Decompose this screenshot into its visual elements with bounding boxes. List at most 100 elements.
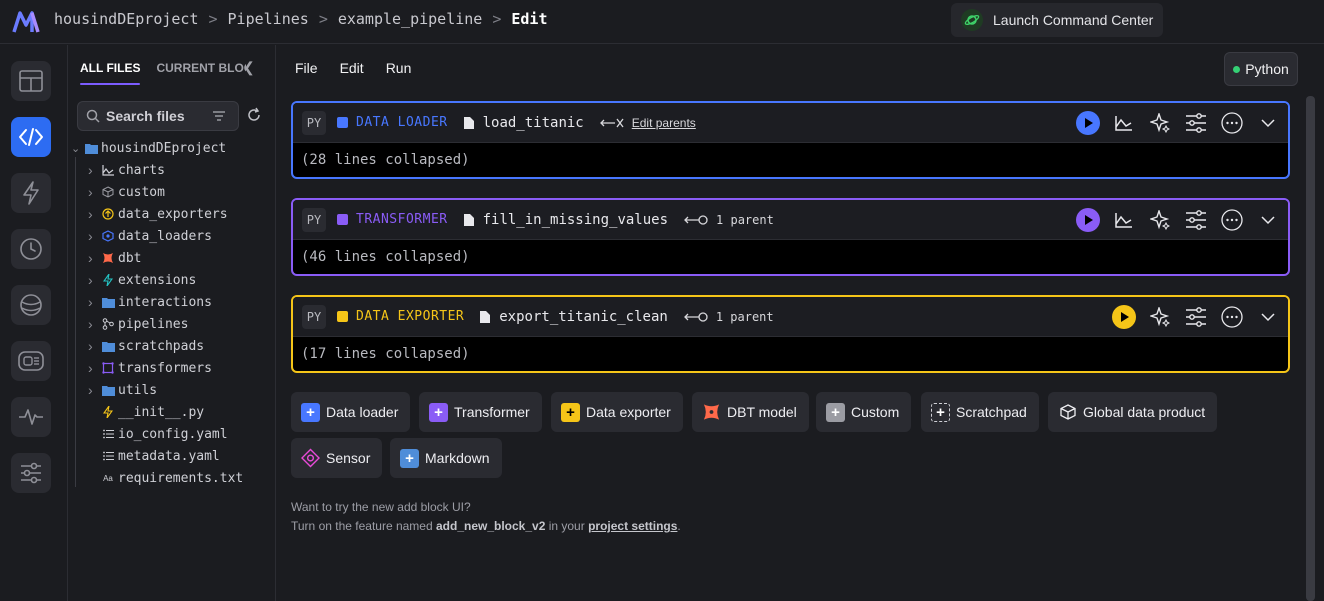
launch-command-center-button[interactable]: Launch Command Center — [951, 3, 1163, 37]
tree-folder[interactable]: › custom — [68, 181, 276, 203]
add-markdown-button[interactable]: + Markdown — [390, 438, 502, 478]
block-settings-button[interactable] — [1184, 208, 1208, 232]
block-name[interactable]: load_titanic — [463, 115, 584, 131]
add-sensor-label: Sensor — [326, 450, 371, 466]
add-scratchpad-button[interactable]: + Scratchpad — [921, 392, 1039, 432]
block-name[interactable]: export_titanic_clean — [480, 309, 668, 325]
tree-item-label: interactions — [118, 294, 212, 310]
tree-root[interactable]: ⌄ housindDEproject — [68, 137, 276, 159]
add-data-exporter-button[interactable]: + Data exporter — [551, 392, 683, 432]
python-icon — [101, 405, 115, 419]
ai-button[interactable] — [1148, 111, 1172, 135]
tree-file[interactable]: __init__.py — [68, 401, 276, 423]
tree-folder[interactable]: › extensions — [68, 269, 276, 291]
project-settings-link[interactable]: project settings — [588, 519, 677, 533]
block-name[interactable]: fill_in_missing_values — [463, 212, 668, 228]
settings-nav-button[interactable] — [11, 453, 51, 493]
tree-folder[interactable]: › transformers — [68, 357, 276, 379]
chart-icon — [1115, 116, 1132, 131]
tree-item-label: custom — [118, 184, 165, 200]
add-sensor-button[interactable]: Sensor — [291, 438, 383, 478]
search-input[interactable] — [106, 108, 206, 124]
block-settings-button[interactable] — [1184, 305, 1208, 329]
tree-folder[interactable]: › scratchpads — [68, 335, 276, 357]
menu-edit[interactable]: Edit — [340, 60, 364, 76]
run-block-button[interactable] — [1076, 208, 1100, 232]
add-dbt-model-button[interactable]: DBT model — [692, 392, 809, 432]
menu-file[interactable]: File — [295, 60, 318, 76]
tree-folder[interactable]: › data_exporters — [68, 203, 276, 225]
menu-run[interactable]: Run — [386, 60, 412, 76]
block-language: PY — [302, 110, 326, 135]
add-transformer-label: Transformer — [454, 404, 530, 420]
tree-folder[interactable]: › charts — [68, 159, 276, 181]
more-button[interactable] — [1220, 208, 1244, 232]
block-parents[interactable]: 1 parent — [684, 213, 774, 227]
block-settings-button[interactable] — [1184, 111, 1208, 135]
block-color-square — [337, 214, 348, 225]
ai-button[interactable] — [1148, 208, 1172, 232]
block-header: PY DATA EXPORTER export_titanic_clean 1 … — [293, 297, 1288, 337]
tab-all-files[interactable]: ALL FILES — [80, 61, 141, 85]
tree-folder[interactable]: › data_loaders — [68, 225, 276, 247]
add-custom-button[interactable]: + Custom — [816, 392, 912, 432]
monitor-nav-button[interactable] — [11, 341, 51, 381]
code-editor-nav-button[interactable] — [11, 117, 51, 157]
block-collapsed-body[interactable]: (17 lines collapsed) — [293, 337, 1288, 371]
add-global-data-product-button[interactable]: Global data product — [1048, 392, 1218, 432]
runs-nav-button[interactable] — [11, 229, 51, 269]
block-color-square — [337, 311, 348, 322]
add-transformer-button[interactable]: + Transformer — [419, 392, 542, 432]
refresh-icon[interactable] — [246, 107, 262, 123]
add-data-loader-button[interactable]: + Data loader — [291, 392, 411, 432]
block-collapsed-body[interactable]: (46 lines collapsed) — [293, 240, 1288, 274]
tree-file[interactable]: metadata.yaml — [68, 445, 276, 467]
kernel-button[interactable]: Python — [1224, 52, 1298, 86]
chart-icon — [1115, 213, 1132, 228]
tree-folder[interactable]: › utils — [68, 379, 276, 401]
breadcrumb-project[interactable]: housindDEproject — [54, 10, 199, 28]
tree-file[interactable]: io_config.yaml — [68, 423, 276, 445]
breadcrumb-pipelines[interactable]: Pipelines — [228, 10, 309, 28]
add-custom-label: Custom — [851, 404, 900, 420]
more-button[interactable] — [1220, 305, 1244, 329]
chart-button[interactable] — [1112, 208, 1136, 232]
tab-current-block[interactable]: CURRENT BLOCK — [156, 61, 246, 85]
bolt-icon — [101, 273, 115, 287]
tree-file[interactable]: Aa requirements.txt — [68, 467, 276, 489]
add-markdown-label: Markdown — [425, 450, 490, 466]
breadcrumb-pipeline[interactable]: example_pipeline — [338, 10, 483, 28]
sparkle-icon — [1150, 307, 1170, 327]
tree-item-label: dbt — [118, 250, 142, 266]
tree-folder[interactable]: › pipelines — [68, 313, 276, 335]
more-icon — [1221, 112, 1243, 134]
filter-icon[interactable] — [212, 110, 226, 122]
tree-folder[interactable]: › dbt — [68, 247, 276, 269]
dashboard-nav-button[interactable] — [11, 61, 51, 101]
chart-button[interactable] — [1112, 111, 1136, 135]
ai-button[interactable] — [1148, 305, 1172, 329]
block-parents[interactable]: 1 parent — [683, 310, 774, 324]
metrics-nav-button[interactable] — [11, 397, 51, 437]
edit-parents-link[interactable]: Edit parents — [632, 116, 696, 130]
hint-mid: in your — [545, 519, 589, 533]
mage-logo-icon[interactable] — [12, 8, 40, 36]
editor-scrollbar[interactable] — [1306, 96, 1315, 601]
backfills-nav-button[interactable] — [11, 285, 51, 325]
file-tabs: ALL FILES CURRENT BLOCK — [80, 61, 262, 85]
run-block-button[interactable] — [1112, 305, 1136, 329]
tree-folder[interactable]: › interactions — [68, 291, 276, 313]
chevron-right-icon: › — [88, 272, 93, 288]
collapse-block-button[interactable] — [1256, 111, 1280, 135]
block-data-exporter[interactable]: PY DATA EXPORTER export_titanic_clean 1 … — [291, 295, 1290, 373]
collapse-block-button[interactable] — [1256, 305, 1280, 329]
collapse-block-button[interactable] — [1256, 208, 1280, 232]
block-data-loader[interactable]: PY DATA LOADER load_titanic Edit parents… — [291, 101, 1290, 179]
collapse-panel-icon[interactable]: ❮ — [243, 59, 255, 76]
block-parents[interactable]: Edit parents — [599, 116, 696, 130]
block-collapsed-body[interactable]: (28 lines collapsed) — [293, 143, 1288, 177]
triggers-nav-button[interactable] — [11, 173, 51, 213]
block-transformer[interactable]: PY TRANSFORMER fill_in_missing_values 1 … — [291, 198, 1290, 276]
more-button[interactable] — [1220, 111, 1244, 135]
run-block-button[interactable] — [1076, 111, 1100, 135]
